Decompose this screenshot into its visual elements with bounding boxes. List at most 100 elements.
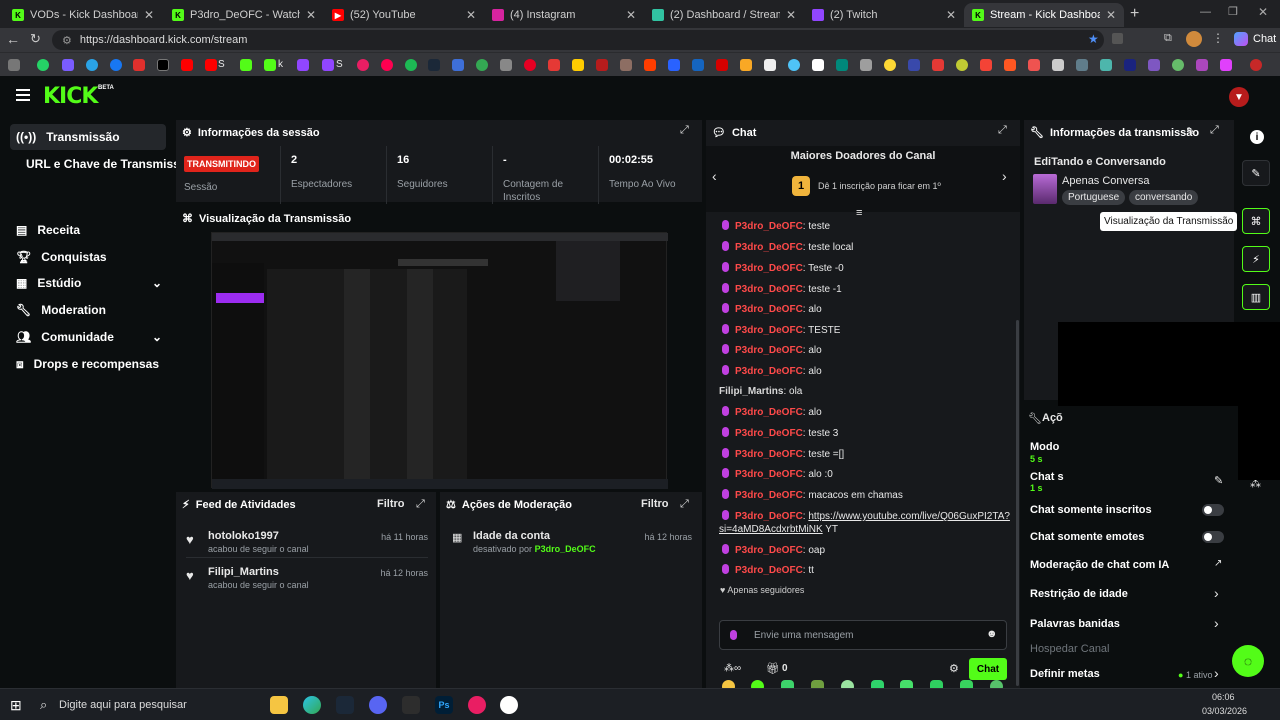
filter-button[interactable]: Filtro xyxy=(641,498,669,510)
sidebar-item-moderation[interactable]: 🔧︎ Moderation xyxy=(10,297,166,323)
stream-video[interactable] xyxy=(211,232,668,489)
chat-link[interactable]: https://www.youtube.com/live/Q06GuxPI2TA… xyxy=(808,511,1010,522)
kick-bookmark-icon[interactable] xyxy=(264,59,276,71)
messenger-bookmark-icon[interactable] xyxy=(110,59,122,71)
sidebar-item-receita[interactable]: ▤ Receita xyxy=(10,217,166,243)
menu-dots-icon[interactable]: ⋮ xyxy=(1212,31,1224,45)
edit-pencil-icon[interactable]: ✎ xyxy=(1186,125,1195,138)
app-icon[interactable] xyxy=(402,696,420,714)
chat-scrollbar[interactable] xyxy=(1016,320,1019,686)
search-icon[interactable]: ⌕ xyxy=(40,697,47,713)
bookmark-icon[interactable] xyxy=(1004,59,1016,71)
reload-icon[interactable]: ↻ xyxy=(30,31,41,47)
site-info-icon[interactable]: ⚙ xyxy=(62,34,72,47)
twitch-bookmark-icon[interactable] xyxy=(297,59,309,71)
feed-user[interactable]: hotoloko1997 xyxy=(208,530,279,542)
telegram-bookmark-icon[interactable] xyxy=(86,59,98,71)
file-explorer-icon[interactable] xyxy=(270,696,288,714)
bookmark-icon[interactable] xyxy=(668,59,680,71)
set-goals-label[interactable]: Definir metas xyxy=(1030,668,1100,680)
subs-only-toggle[interactable] xyxy=(1202,504,1224,516)
close-icon[interactable]: ✕ xyxy=(466,8,476,22)
age-restriction-label[interactable]: Restrição de idade xyxy=(1030,588,1128,600)
bookmark-icon[interactable] xyxy=(692,59,704,71)
bookmark-icon[interactable] xyxy=(836,59,848,71)
pinterest-bookmark-icon[interactable] xyxy=(524,59,536,71)
maximize-icon[interactable]: ❐ xyxy=(1228,5,1238,18)
ai-moderation-label[interactable]: Moderação de chat com IA xyxy=(1030,559,1169,571)
close-icon[interactable]: ✕ xyxy=(626,8,636,22)
popout-icon[interactable]: ⤢ xyxy=(680,498,689,511)
copilot-icon[interactable] xyxy=(1234,32,1248,46)
collapse-icon[interactable]: ≡ xyxy=(856,207,862,219)
steam-icon[interactable] xyxy=(336,696,354,714)
info-icon[interactable]: i xyxy=(1250,130,1264,144)
bookmark-icon[interactable] xyxy=(357,59,369,71)
browser-tab[interactable]: (4) Instagram ✕ xyxy=(484,3,644,27)
bookmark-label[interactable]: S xyxy=(336,59,343,70)
send-chat-button[interactable]: Chat xyxy=(969,658,1007,680)
bookmark-icon[interactable] xyxy=(476,59,488,71)
bookmark-icon[interactable] xyxy=(1052,59,1064,71)
bookmark-icon[interactable] xyxy=(908,59,920,71)
discord-icon[interactable] xyxy=(369,696,387,714)
sidebar-item-drops[interactable]: ⧈ Drops e recompensas xyxy=(10,351,166,377)
bookmark-icon[interactable] xyxy=(860,59,872,71)
bookmark-icon[interactable] xyxy=(764,59,776,71)
feed-user[interactable]: Filipi_Martins xyxy=(208,566,279,578)
close-icon[interactable]: ✕ xyxy=(1106,8,1116,22)
bookmark-icon[interactable] xyxy=(980,59,992,71)
new-tab-icon[interactable]: + xyxy=(1130,5,1139,23)
tag-pill[interactable]: Portuguese xyxy=(1062,190,1126,205)
tag-pill[interactable]: conversando xyxy=(1129,190,1199,205)
browser-tab[interactable]: (2) Dashboard / Streamlabs ✕ xyxy=(644,3,804,27)
extension-icon[interactable] xyxy=(1112,33,1123,44)
profile-avatar[interactable] xyxy=(1186,31,1202,47)
address-bar[interactable]: ⚙ https://dashboard.kick.com/stream xyxy=(52,30,1104,50)
bookmark-icon[interactable] xyxy=(8,59,20,71)
sidebar-item-conquistas[interactable]: 🏆︎ Conquistas xyxy=(10,244,166,270)
browser-tab[interactable]: ▶ (52) YouTube ✕ xyxy=(324,3,484,27)
copilot-chat-label[interactable]: Chat xyxy=(1253,33,1276,45)
sidebar-item-comunidade[interactable]: 👥︎ Comunidade ⌄ xyxy=(10,324,166,350)
bookmark-label[interactable]: k xyxy=(278,59,283,70)
bookmark-icon[interactable] xyxy=(548,59,560,71)
browser-tab[interactable]: K P3dro_DeOFC - Watch the VOD on ✕ xyxy=(164,3,324,27)
preview-rail-button[interactable]: ⌘ xyxy=(1242,208,1270,234)
bookmark-icon[interactable] xyxy=(452,59,464,71)
browser-tab[interactable]: (2) Twitch ✕ xyxy=(804,3,964,27)
emotes-only-toggle[interactable] xyxy=(1202,531,1224,543)
chevron-right-icon[interactable]: › xyxy=(1002,168,1007,184)
bookmark-icon[interactable] xyxy=(1196,59,1208,71)
kick-logo[interactable]: KICK xyxy=(43,84,98,109)
browser-tab-active[interactable]: K Stream - Kick Dashboard ✕ xyxy=(964,3,1124,27)
sidebar-item-estudio[interactable]: ▦ Estúdio ⌄ xyxy=(10,270,166,296)
back-icon[interactable]: ← xyxy=(6,31,20,47)
bookmark-icon[interactable] xyxy=(812,59,824,71)
bookmark-icon[interactable] xyxy=(620,59,632,71)
filter-button[interactable]: Filtro xyxy=(377,498,405,510)
bookmark-icon[interactable] xyxy=(62,59,74,71)
obs-icon[interactable] xyxy=(500,696,518,714)
close-icon[interactable]: ✕ xyxy=(306,8,316,22)
gift-icon[interactable]: 🎁︎ xyxy=(766,662,780,675)
bookmark-icon[interactable] xyxy=(1076,59,1088,71)
sidebar-item-url-key[interactable]: URL e Chave de Transmissão xyxy=(26,151,176,177)
bookmark-icon[interactable] xyxy=(1172,59,1184,71)
close-icon[interactable]: ✕ xyxy=(946,8,956,22)
media-player-icon[interactable] xyxy=(468,696,486,714)
bookmark-icon[interactable] xyxy=(740,59,752,71)
bookmark-icon[interactable] xyxy=(596,59,608,71)
extensions-puzzle-icon[interactable]: ⧉ xyxy=(1164,32,1172,45)
chevron-right-icon[interactable]: › xyxy=(1214,585,1219,601)
minimize-icon[interactable]: — xyxy=(1200,6,1211,18)
bookmark-icon[interactable] xyxy=(644,59,656,71)
quick-actions-rail-button[interactable]: ⚡︎ xyxy=(1242,246,1270,272)
bookmark-icon[interactable] xyxy=(1028,59,1040,71)
chat-link[interactable]: si=4aMD8AcdxrbtMiNK xyxy=(719,524,823,535)
edge-icon[interactable] xyxy=(303,696,321,714)
emoji-icon[interactable]: ☻ xyxy=(986,628,998,640)
x-bookmark-icon[interactable] xyxy=(157,59,169,71)
bookmark-icon[interactable] xyxy=(788,59,800,71)
youtube-bookmark-icon[interactable] xyxy=(205,59,217,71)
